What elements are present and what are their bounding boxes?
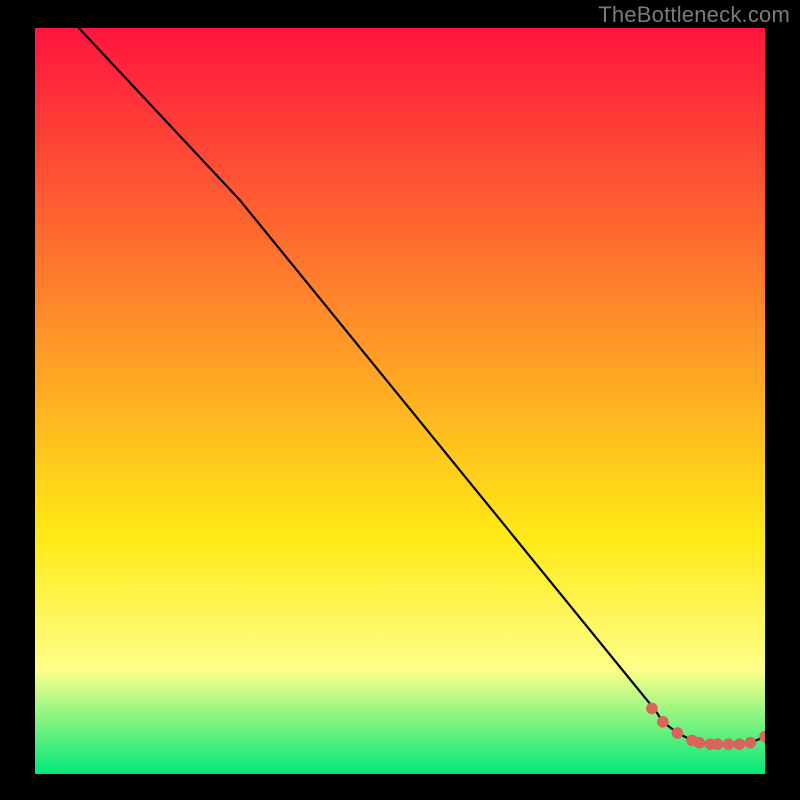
chart-svg [35, 28, 765, 774]
marker-dot [646, 703, 658, 715]
marker-dot [723, 738, 735, 750]
marker-dot [694, 737, 706, 749]
marker-dot [734, 738, 746, 750]
marker-dot [672, 727, 684, 739]
watermark-text: TheBottleneck.com [598, 2, 790, 28]
gradient-background [35, 28, 765, 774]
marker-dot [657, 716, 669, 728]
marker-dot [745, 737, 757, 749]
plot-area [35, 28, 765, 774]
marker-dot [712, 738, 724, 750]
chart-frame: TheBottleneck.com [0, 0, 800, 800]
